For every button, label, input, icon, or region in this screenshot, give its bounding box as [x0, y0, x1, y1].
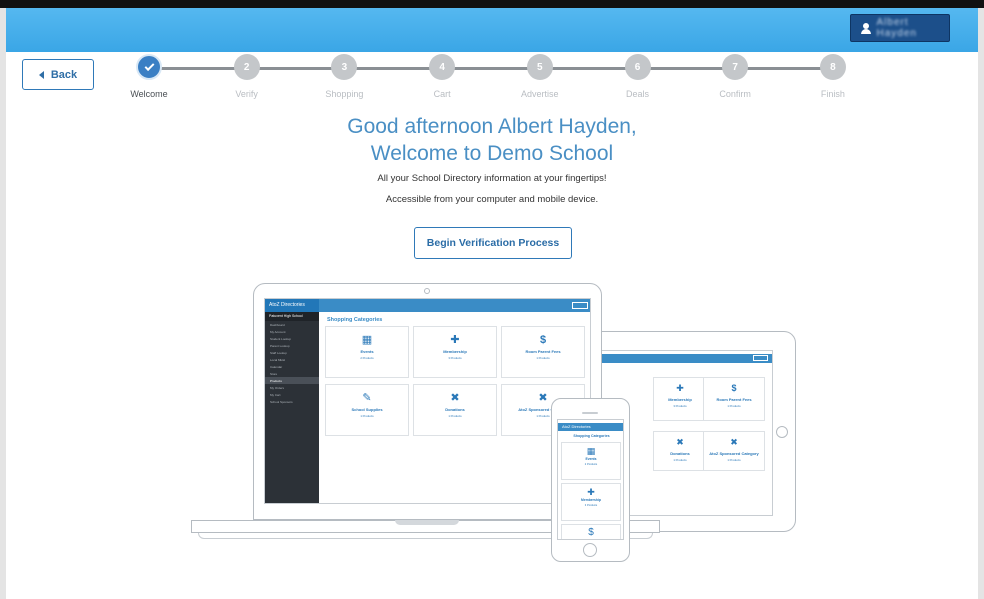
top-header: Albert Hayden — [6, 8, 978, 52]
step-label: Cart — [433, 89, 451, 99]
user-name: Albert Hayden — [876, 17, 917, 39]
step-circle: 3 — [331, 54, 358, 80]
step-circle: 8 — [819, 54, 846, 80]
welcome-line: Welcome to Demo School — [370, 142, 614, 165]
step-label: Welcome — [130, 89, 168, 99]
step-circle — [136, 54, 162, 80]
step-circle: 6 — [624, 54, 651, 80]
access-note: Accessible from your computer and mobile… — [385, 194, 599, 205]
step-verify: 2 Verify — [207, 54, 287, 99]
step-deals: 6 Deals — [598, 54, 678, 99]
user-account-button[interactable]: Albert Hayden — [850, 14, 950, 42]
step-circle: 2 — [233, 54, 260, 80]
progress-stepper: Welcome 2 Verify 3 Shopping 4 Cart 5 Advertise 6 D… — [0, 54, 984, 104]
step-circle: 7 — [722, 54, 749, 80]
step-cart: 4 Cart — [402, 54, 482, 99]
window-top-strip — [0, 0, 984, 8]
step-welcome: Welcome — [109, 54, 189, 99]
step-label: Finish — [820, 89, 845, 99]
step-label: Deals — [625, 89, 649, 99]
step-label: Confirm — [719, 89, 751, 99]
step-shopping: 3 Shopping — [304, 54, 384, 99]
step-circle: 5 — [526, 54, 553, 80]
step-finish: 8 Finish — [793, 54, 873, 99]
tagline: All your School Directory information at… — [377, 173, 607, 184]
greeting-line: Good afternoon Albert Hayden, — [347, 115, 637, 138]
check-icon — [144, 60, 154, 71]
step-confirm: 7 Confirm — [695, 54, 775, 99]
begin-verification-button[interactable]: Begin Verification Process — [414, 227, 572, 259]
user-icon — [861, 22, 871, 34]
step-circle: 4 — [429, 54, 456, 80]
step-label: Shopping — [325, 89, 364, 99]
step-label: Verify — [235, 89, 258, 99]
step-label: Advertise — [521, 89, 559, 99]
step-advertise: 5 Advertise — [500, 54, 580, 99]
